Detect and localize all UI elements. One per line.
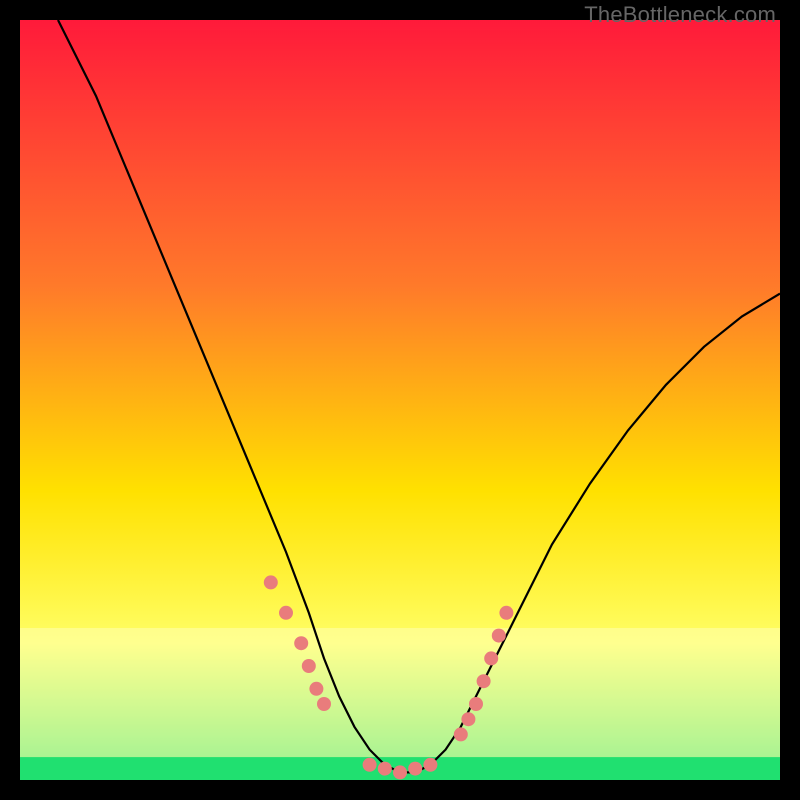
marker-dot [469,697,483,711]
marker-dot [294,636,308,650]
marker-dot [477,674,491,688]
marker-dot [499,606,513,620]
watermark-label: TheBottleneck.com [584,2,776,28]
marker-dot [492,629,506,643]
bottleneck-chart [20,20,780,780]
marker-dot [279,606,293,620]
marker-dot [363,758,377,772]
marker-dot [408,762,422,776]
marker-dot [461,712,475,726]
marker-dot [484,651,498,665]
chart-frame [20,20,780,780]
marker-dot [423,758,437,772]
marker-dot [378,762,392,776]
marker-dot [309,682,323,696]
marker-dot [454,727,468,741]
marker-dot [302,659,316,673]
marker-dot [393,765,407,779]
marker-dot [264,575,278,589]
marker-dot [317,697,331,711]
pale-band [20,628,780,757]
